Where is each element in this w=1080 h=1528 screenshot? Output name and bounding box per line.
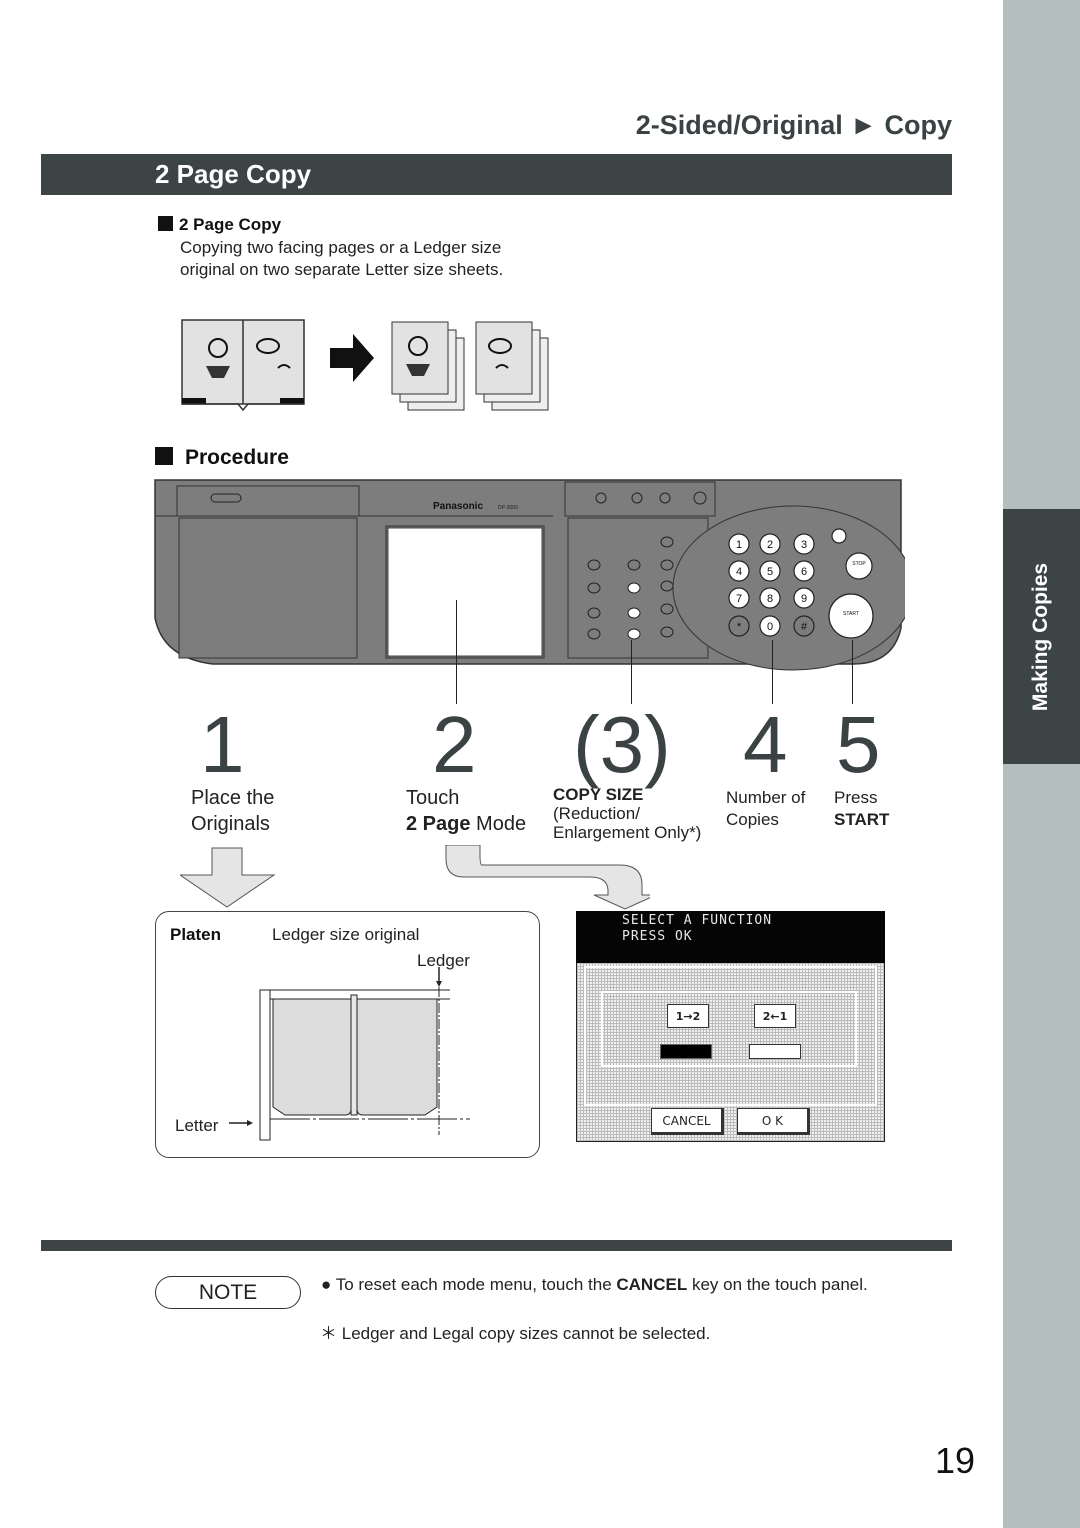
lcd-options-inner (601, 991, 857, 1067)
right-to-left-book-icon[interactable]: 2←1 (754, 1004, 796, 1028)
svg-text:5: 5 (767, 566, 773, 578)
step-number: 2 (432, 700, 477, 789)
page-number: 19 (935, 1440, 976, 1481)
procedure-heading-text: Procedure (185, 446, 289, 469)
description: Copying two facing pages or a Ledger siz… (180, 237, 560, 281)
procedure-heading: Procedure (155, 446, 289, 470)
copy-stack-right-icon (475, 321, 549, 411)
step-number: 1 (200, 700, 245, 789)
bullet-icon: ● (321, 1275, 332, 1294)
ok-button[interactable]: O K (737, 1108, 810, 1135)
cancel-button[interactable]: CANCEL (651, 1108, 724, 1135)
svg-text:6: 6 (801, 566, 807, 578)
asterisk-icon: ＊ (320, 1324, 342, 1343)
copy-stack-left-icon (391, 321, 465, 411)
letter-marker-label: Letter (175, 1116, 219, 1135)
step-1-label: Place the Originals (191, 787, 275, 835)
platen-caption: Ledger size original (272, 925, 420, 944)
pointer-line (772, 640, 773, 704)
side-strip (1003, 0, 1080, 1528)
touch-screen (387, 527, 543, 657)
chapter-tab-label-wrap: Making Copies (1003, 509, 1080, 764)
two-page-illustration (181, 319, 549, 412)
control-panel-illustration: Panasonic DP-3000 123 456 789 * 0 # START … (154, 479, 905, 671)
description-line: original on two separate Letter size she… (180, 260, 504, 279)
subheading: 2 Page Copy (158, 215, 281, 235)
svg-text:9: 9 (801, 593, 807, 605)
section-breadcrumb: 2-Sided/Original ► Copy (635, 110, 952, 140)
svg-text:*: * (737, 621, 742, 633)
svg-text:2: 2 (767, 539, 773, 551)
lcd-line-1: SELECT A FUNCTION (622, 913, 773, 928)
svg-text:STOP: STOP (852, 561, 866, 567)
svg-text:1: 1 (736, 539, 742, 551)
svg-text:START: START (843, 611, 859, 617)
flow-arrows (180, 845, 650, 910)
description-line: Copying two facing pages or a Ledger siz… (180, 238, 502, 257)
step-number: 4 (743, 700, 788, 789)
left-to-right-book-icon[interactable]: 1→2 (667, 1004, 709, 1028)
option-left-toggle-selected[interactable] (660, 1044, 712, 1059)
pointer-line (631, 640, 632, 704)
step-2-label: Touch 2 Page Mode (406, 787, 527, 835)
step-4-label: Number of Copies (726, 788, 806, 829)
curved-arrow-icon (445, 845, 650, 910)
subheading-text: 2 Page Copy (179, 215, 282, 234)
step-3-label: COPY SIZE (Reduction/ Enlargement Only*) (553, 785, 702, 842)
down-arrow-icon (180, 847, 276, 908)
step-number: (3) (573, 700, 671, 789)
svg-text:4: 4 (736, 566, 742, 578)
open-book-icon (181, 319, 305, 412)
platen-diagram (229, 967, 470, 1141)
square-bullet-icon (155, 447, 173, 465)
page-title: 2 Page Copy (155, 159, 312, 189)
svg-text:3: 3 (801, 539, 807, 551)
right-arrow-icon (330, 334, 374, 382)
pointer-line (456, 600, 457, 704)
pointer-line (852, 640, 853, 704)
svg-text:7: 7 (736, 593, 742, 605)
platen-label: Platen (170, 925, 222, 944)
svg-text:#: # (801, 621, 808, 633)
note-bullet: ● To reset each mode menu, touch the CAN… (321, 1275, 868, 1294)
lcd-line-2: PRESS OK (622, 929, 693, 944)
section-divider (41, 1240, 952, 1251)
svg-text:8: 8 (767, 593, 773, 605)
brand-label: Panasonic (433, 501, 483, 512)
chapter-tab-label: Making Copies (1029, 562, 1053, 711)
square-bullet-icon (158, 216, 173, 231)
option-right-toggle[interactable] (749, 1044, 801, 1059)
note-label: NOTE (155, 1276, 301, 1309)
step-5-label: Press START (834, 788, 890, 829)
svg-text:0: 0 (767, 621, 773, 633)
note-footnote: ＊ Ledger and Legal copy sizes cannot be … (320, 1324, 711, 1343)
step-number: 5 (836, 700, 881, 789)
model-label: DP-3000 (498, 505, 518, 511)
